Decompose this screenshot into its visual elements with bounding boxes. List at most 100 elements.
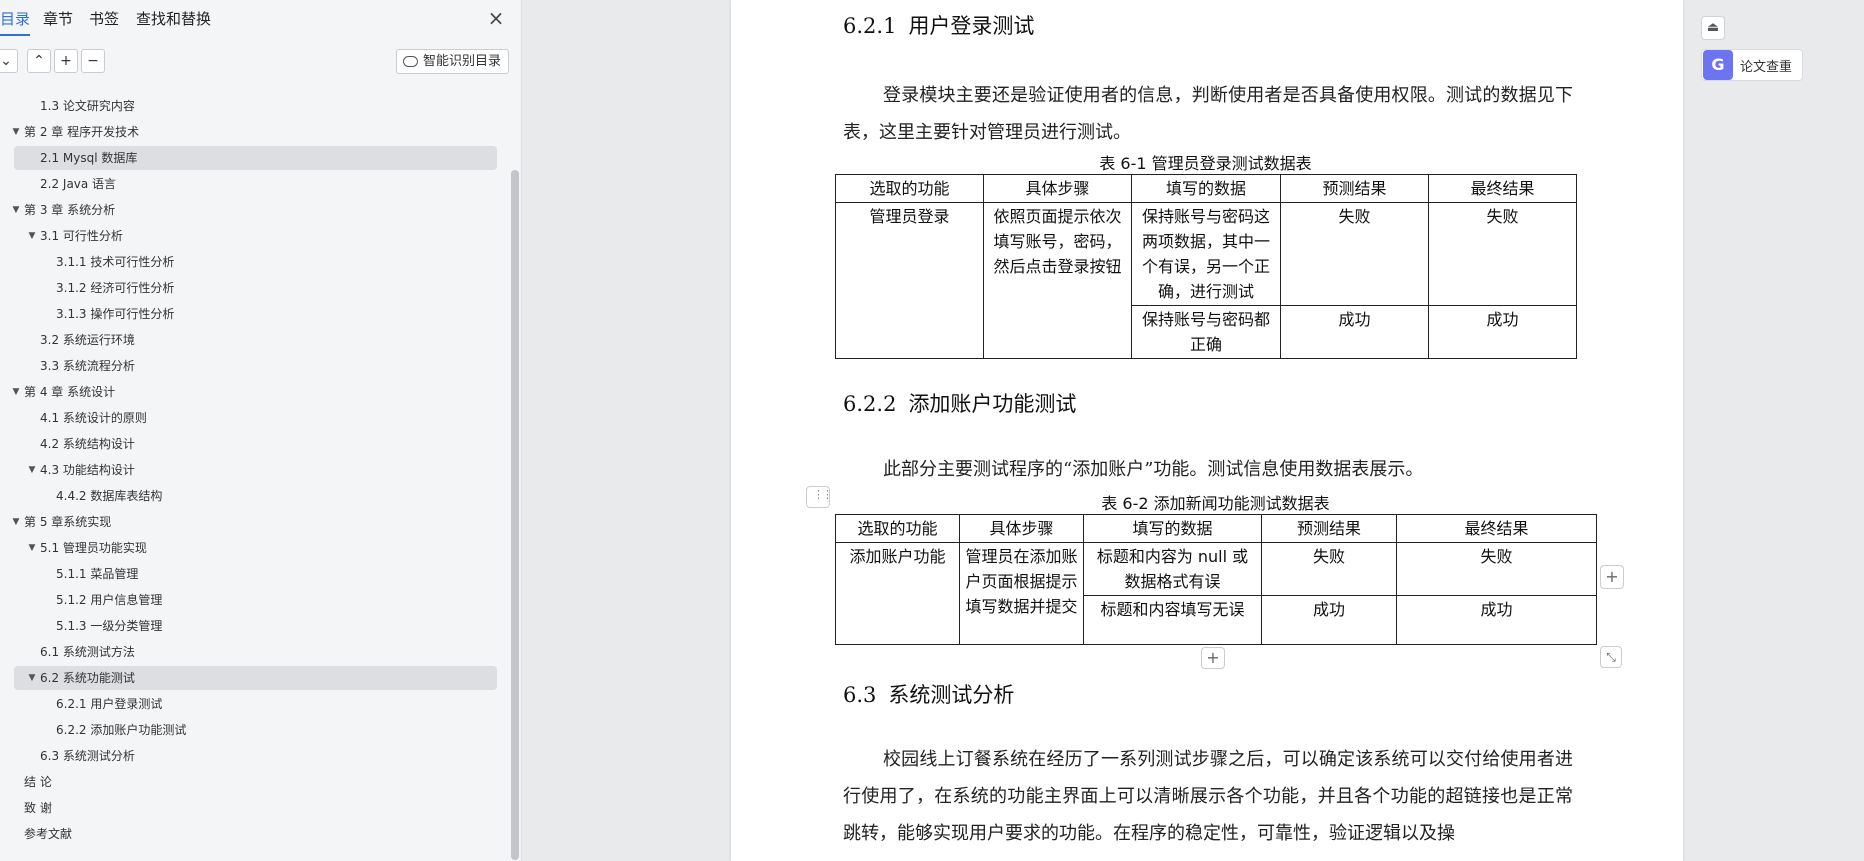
add-row-button[interactable]: +: [1201, 647, 1225, 669]
toc-item-label: 3.1.3 操作可行性分析: [56, 307, 175, 321]
toc-item[interactable]: 致 谢: [14, 796, 497, 820]
table-header-cell: 具体步骤: [983, 174, 1132, 203]
document-page: 6.2.1 用户登录测试 登录模块主要还是验证使用者的信息，判断使用者是否具备使用…: [731, 0, 1683, 861]
tab-toc[interactable]: 目录: [0, 8, 31, 36]
toc-item[interactable]: 2.1 Mysql 数据库: [14, 146, 497, 170]
plus-icon: +: [60, 53, 72, 69]
toc-sidebar: 目录 章节 书签 查找和替换 × ⌄ ⌃ + − 智能识别目录 1.2 目的和意…: [0, 0, 522, 861]
toc-item-label: 4.2 系统结构设计: [40, 437, 135, 451]
table-header-row: 选取的功能 具体步骤 填写的数据 预测结果 最终结果: [835, 174, 1577, 203]
toc-item[interactable]: 3.1.2 经济可行性分析: [14, 276, 497, 300]
collapse-panel-button[interactable]: ⏏: [1701, 16, 1725, 40]
remove-heading-button[interactable]: −: [81, 49, 105, 73]
toc-item[interactable]: ▼ 第 5 章系统实现: [13, 510, 497, 534]
toc-item[interactable]: 1.3 论文研究内容: [14, 94, 497, 118]
move-up-button[interactable]: ⌃: [27, 49, 51, 73]
table-cell-final: 成功: [1396, 595, 1597, 645]
toc-item-label: 3.1.1 技术可行性分析: [56, 255, 175, 269]
toc-item[interactable]: 3.1.3 操作可行性分析: [14, 302, 497, 326]
toc-item-label: 6.2.1 用户登录测试: [56, 697, 163, 711]
expand-arrow-icon[interactable]: ▼: [10, 198, 22, 222]
toc-item[interactable]: ▼ 6.2 系统功能测试: [14, 666, 497, 690]
smart-toc-button[interactable]: 智能识别目录: [395, 49, 509, 74]
toc-item[interactable]: 4.4.2 数据库表结构: [14, 484, 497, 508]
table-header-cell: 填写的数据: [1131, 174, 1281, 203]
toc-item-label: 3.1.2 经济可行性分析: [56, 281, 175, 295]
table-header-cell: 预测结果: [1261, 514, 1397, 543]
toc-item[interactable]: 4.2 系统结构设计: [14, 432, 497, 456]
toc-item[interactable]: 6.3 系统测试分析: [14, 744, 497, 768]
toc-item-label: 结 论: [24, 775, 52, 789]
toc-item[interactable]: ▼ 4.3 功能结构设计: [14, 458, 497, 482]
table-header-cell: 具体步骤: [959, 514, 1084, 543]
chevron-up-icon: ⌃: [33, 53, 45, 69]
toc-item[interactable]: 6.2.2 添加账户功能测试: [14, 718, 497, 742]
table-cell-data: 标题和内容填写无误: [1083, 595, 1262, 645]
expand-arrow-icon[interactable]: ▼: [26, 666, 38, 690]
tab-find-replace[interactable]: 查找和替换: [136, 8, 211, 29]
toc-item-label: 致 谢: [24, 801, 52, 815]
paper-check-button[interactable]: G 论文查重: [1701, 49, 1803, 81]
table-header-cell: 填写的数据: [1083, 514, 1262, 543]
toc-item[interactable]: 3.1.1 技术可行性分析: [14, 250, 497, 274]
expand-arrow-icon[interactable]: ▼: [10, 380, 22, 404]
toc-scrollbar[interactable]: [511, 170, 519, 860]
toc-item[interactable]: 2.2 Java 语言: [14, 172, 497, 196]
add-heading-button[interactable]: +: [54, 49, 78, 73]
toc-item-label: 6.2.2 添加账户功能测试: [56, 723, 187, 737]
expand-arrow-icon[interactable]: ▼: [10, 120, 22, 144]
expand-arrow-icon[interactable]: ▼: [26, 536, 38, 560]
table-caption-6-2: 表 6-2 添加新闻功能测试数据表: [1101, 494, 1330, 513]
toc-item[interactable]: 结 论: [14, 770, 497, 794]
toc-item[interactable]: 5.1.1 菜品管理: [14, 562, 497, 586]
toc-item[interactable]: ▼ 5.1 管理员功能实现: [14, 536, 497, 560]
expand-arrow-icon[interactable]: ▼: [26, 458, 38, 482]
section-heading-6-2-2: 6.2.2 添加账户功能测试: [843, 392, 1077, 416]
expand-all-button[interactable]: ⌄: [0, 49, 18, 73]
table-header-cell: 最终结果: [1396, 514, 1597, 543]
toc-item[interactable]: 参考文献: [14, 822, 497, 846]
table-cell-expected: 失败: [1261, 542, 1397, 596]
toc-item[interactable]: ▼ 3.1 可行性分析: [14, 224, 497, 248]
toc-item[interactable]: 6.1 系统测试方法: [14, 640, 497, 664]
table-cell-steps: 依照页面提示依次填写账号，密码，然后点击登录按钮: [983, 202, 1132, 359]
tab-chapters[interactable]: 章节: [43, 8, 73, 29]
table-row: 添加账户功能 管理员在添加账户页面根据提示填写数据并提交 标题和内容为 null…: [835, 542, 1597, 645]
toc-item[interactable]: ▼ 第 3 章 系统分析: [13, 198, 497, 222]
resize-icon: ⤡: [1606, 650, 1616, 664]
paragraph-6-3: 校园线上订餐系统在经历了一系列测试步骤之后，可以确定该系统可以交付给使用者进行使…: [843, 749, 1573, 844]
toc-toolbar: ⌄ ⌃ + − 智能识别目录: [0, 49, 521, 75]
close-icon[interactable]: ×: [485, 7, 507, 29]
add-column-button[interactable]: +: [1600, 565, 1624, 589]
toc-item-label: 5.1.1 菜品管理: [56, 567, 139, 581]
toc-item[interactable]: 1.2 目的和意义: [14, 82, 497, 92]
table-cell-expected: 成功: [1280, 305, 1429, 359]
toc-item-label: 第 3 章 系统分析: [24, 203, 116, 217]
toc-item-label: 第 5 章系统实现: [24, 515, 112, 529]
table-header-cell: 选取的功能: [835, 514, 960, 543]
table-header-cell: 选取的功能: [835, 174, 984, 203]
table-drag-handle[interactable]: [806, 486, 831, 508]
table-cell-expected: 失败: [1280, 202, 1429, 306]
toc-item[interactable]: ▼ 第 2 章 程序开发技术: [13, 120, 497, 144]
collapse-icon: ⏏: [1706, 20, 1720, 35]
tab-bookmarks[interactable]: 书签: [89, 8, 119, 29]
toc-item-label: 3.1 可行性分析: [40, 229, 123, 243]
paper-check-label: 论文查重: [1740, 59, 1793, 75]
toc-item[interactable]: 5.1.3 一级分类管理: [14, 614, 497, 638]
table-cell-expected: 成功: [1261, 595, 1397, 645]
table-cell-final: 失败: [1396, 542, 1597, 596]
toc-item[interactable]: 3.3 系统流程分析: [14, 354, 497, 378]
toc-item[interactable]: 4.1 系统设计的原则: [14, 406, 497, 430]
toc-item[interactable]: 3.2 系统运行环境: [14, 328, 497, 352]
toc-item[interactable]: 5.1.2 用户信息管理: [14, 588, 497, 612]
expand-arrow-icon[interactable]: ▼: [10, 510, 22, 534]
toc-item-label: 2.1 Mysql 数据库: [40, 151, 138, 165]
table-resize-button[interactable]: ⤡: [1600, 646, 1622, 668]
table-header-cell: 预测结果: [1280, 174, 1429, 203]
expand-arrow-icon[interactable]: ▼: [26, 224, 38, 248]
toc-item-label: 第 4 章 系统设计: [24, 385, 116, 399]
toc-item[interactable]: ▼ 第 4 章 系统设计: [13, 380, 497, 404]
toc-item[interactable]: 6.2.1 用户登录测试: [14, 692, 497, 716]
minus-icon: −: [87, 53, 99, 69]
